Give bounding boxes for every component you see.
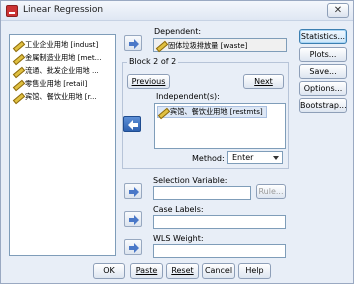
independent-list[interactable]: 宾馆、餐饮业用地 [restmts]	[154, 103, 286, 149]
ok-button[interactable]: OK	[93, 263, 125, 279]
cancel-button[interactable]: Cancel	[202, 263, 235, 279]
independent-label: Independent(s):	[156, 92, 220, 101]
wls-weight-field[interactable]	[153, 244, 286, 258]
dependent-label: Dependent:	[154, 27, 202, 36]
dependent-field[interactable]: 固体垃圾排放量 [waste]	[153, 38, 287, 52]
scale-variable-icon	[156, 41, 165, 50]
window-title: Linear Regression	[23, 5, 104, 15]
list-item[interactable]: 工业企业用地 [indust]	[13, 39, 98, 51]
scale-variable-icon	[158, 108, 167, 117]
title-bar: Linear Regression ✕	[1, 1, 353, 21]
app-icon	[6, 5, 18, 17]
paste-button[interactable]: Paste	[130, 263, 163, 279]
list-item[interactable]: 流通、批发企业用地 ...	[13, 65, 99, 77]
arrow-right-icon	[129, 243, 139, 253]
help-button[interactable]: Help	[238, 263, 271, 279]
selection-variable-field[interactable]	[153, 186, 251, 200]
arrow-left-icon	[128, 120, 138, 130]
chevron-down-icon	[273, 156, 279, 160]
scale-variable-icon	[13, 54, 22, 63]
linear-regression-dialog: Linear Regression ✕ 工业企业用地 [indust] 金属制造…	[0, 0, 354, 284]
options-button[interactable]: Options...	[299, 81, 347, 96]
list-item[interactable]: 零售业用地 [retail]	[13, 78, 87, 90]
arrow-right-icon	[129, 215, 139, 225]
bootstrap-button[interactable]: Bootstrap...	[299, 98, 347, 113]
list-item[interactable]: 宾馆、餐饮业用地 [restmts]	[157, 106, 267, 118]
move-to-independent-button[interactable]	[123, 116, 141, 132]
list-item[interactable]: 宾馆、餐饮业用地 [r...	[13, 91, 97, 103]
block-group: Block 2 of 2 Previous Next Independent(s…	[122, 57, 289, 169]
move-to-case-labels-button[interactable]	[124, 211, 142, 227]
block-title: Block 2 of 2	[127, 57, 179, 66]
wls-weight-label: WLS Weight:	[153, 234, 204, 243]
statistics-button[interactable]: Statistics...	[299, 29, 347, 44]
move-to-selection-button[interactable]	[124, 183, 142, 199]
scale-variable-icon	[13, 80, 22, 89]
save-button[interactable]: Save...	[299, 64, 347, 79]
scale-variable-icon	[13, 67, 22, 76]
next-button[interactable]: Next	[243, 74, 284, 89]
previous-button[interactable]: Previous	[127, 74, 170, 89]
arrow-right-icon	[129, 187, 139, 197]
case-labels-label: Case Labels:	[153, 205, 204, 214]
close-button[interactable]: ✕	[327, 3, 349, 18]
reset-button[interactable]: Reset	[166, 263, 199, 279]
method-label: Method:	[192, 154, 225, 163]
scale-variable-icon	[13, 93, 22, 102]
list-item[interactable]: 金属制造业用地 [met...	[13, 52, 102, 64]
arrow-right-icon	[129, 39, 139, 49]
selection-variable-label: Selection Variable:	[153, 176, 228, 185]
variable-list[interactable]: 工业企业用地 [indust] 金属制造业用地 [met... 流通、批发企业用…	[9, 34, 116, 256]
method-select[interactable]: Enter	[227, 151, 283, 164]
plots-button[interactable]: Plots...	[299, 47, 347, 62]
rule-button[interactable]: Rule...	[256, 184, 286, 199]
move-to-wls-button[interactable]	[124, 239, 142, 255]
case-labels-field[interactable]	[153, 215, 286, 229]
scale-variable-icon	[13, 41, 22, 50]
move-to-dependent-button[interactable]	[124, 35, 142, 51]
